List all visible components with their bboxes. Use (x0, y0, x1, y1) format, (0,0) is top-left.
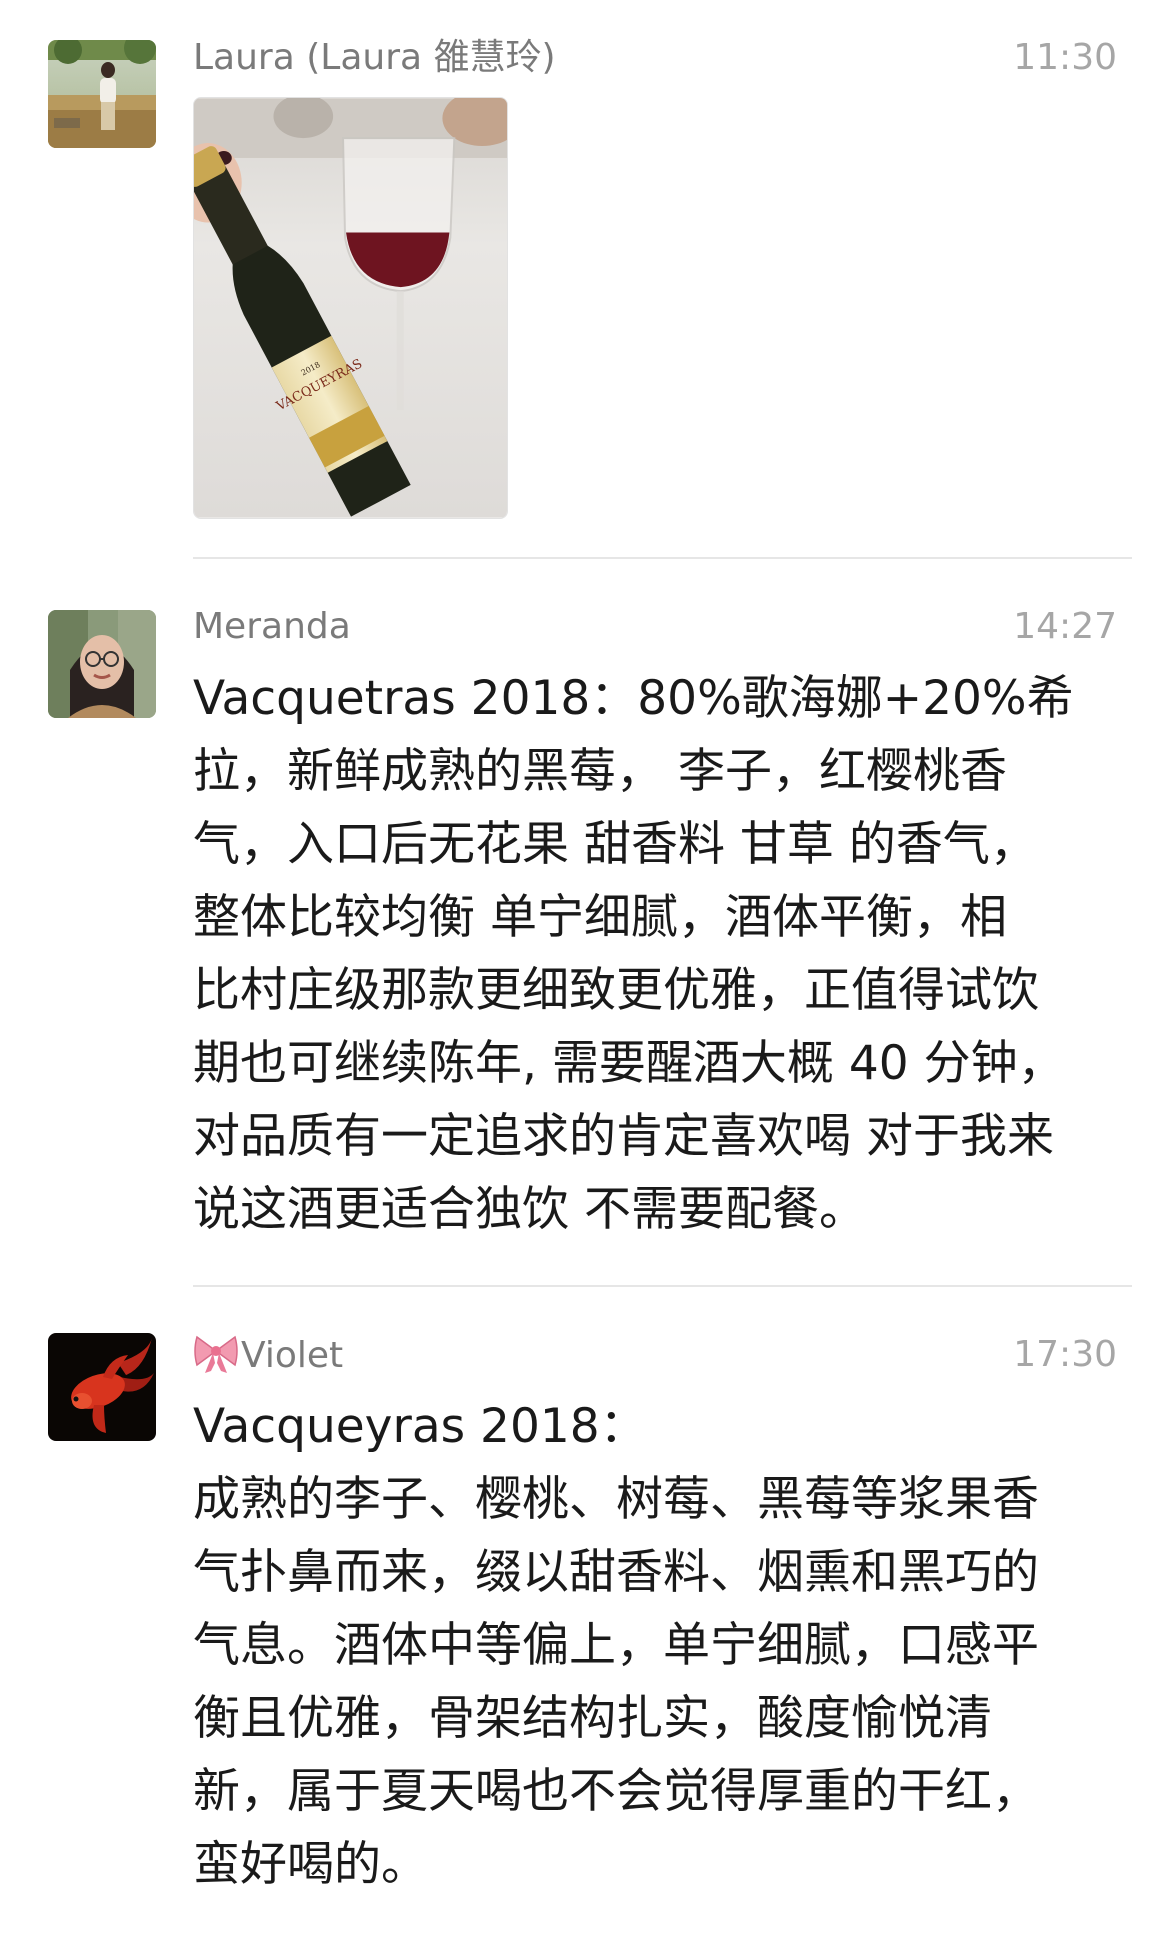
ribbon-bow-icon (194, 1335, 238, 1373)
avatar-goldfish-icon (48, 1333, 156, 1441)
post-time: 17:30 (1013, 1334, 1117, 1375)
author-name[interactable]: Violet (193, 1333, 343, 1378)
avatar[interactable] (48, 1333, 156, 1441)
comment-feed: Laura (Laura 雒慧玲) 11:30 VACQUEYRAS 2018 … (0, 0, 1170, 1942)
author-name-label: Violet (241, 1335, 344, 1376)
post-violet: Violet 17:30 Vacqueyras 2018： 成熟的李子、樱桃、树… (0, 0, 1170, 1942)
comment-text: Vacqueyras 2018： 成熟的李子、樱桃、树莓、黑莓等浆果香 气扑鼻而… (193, 1399, 1039, 1892)
